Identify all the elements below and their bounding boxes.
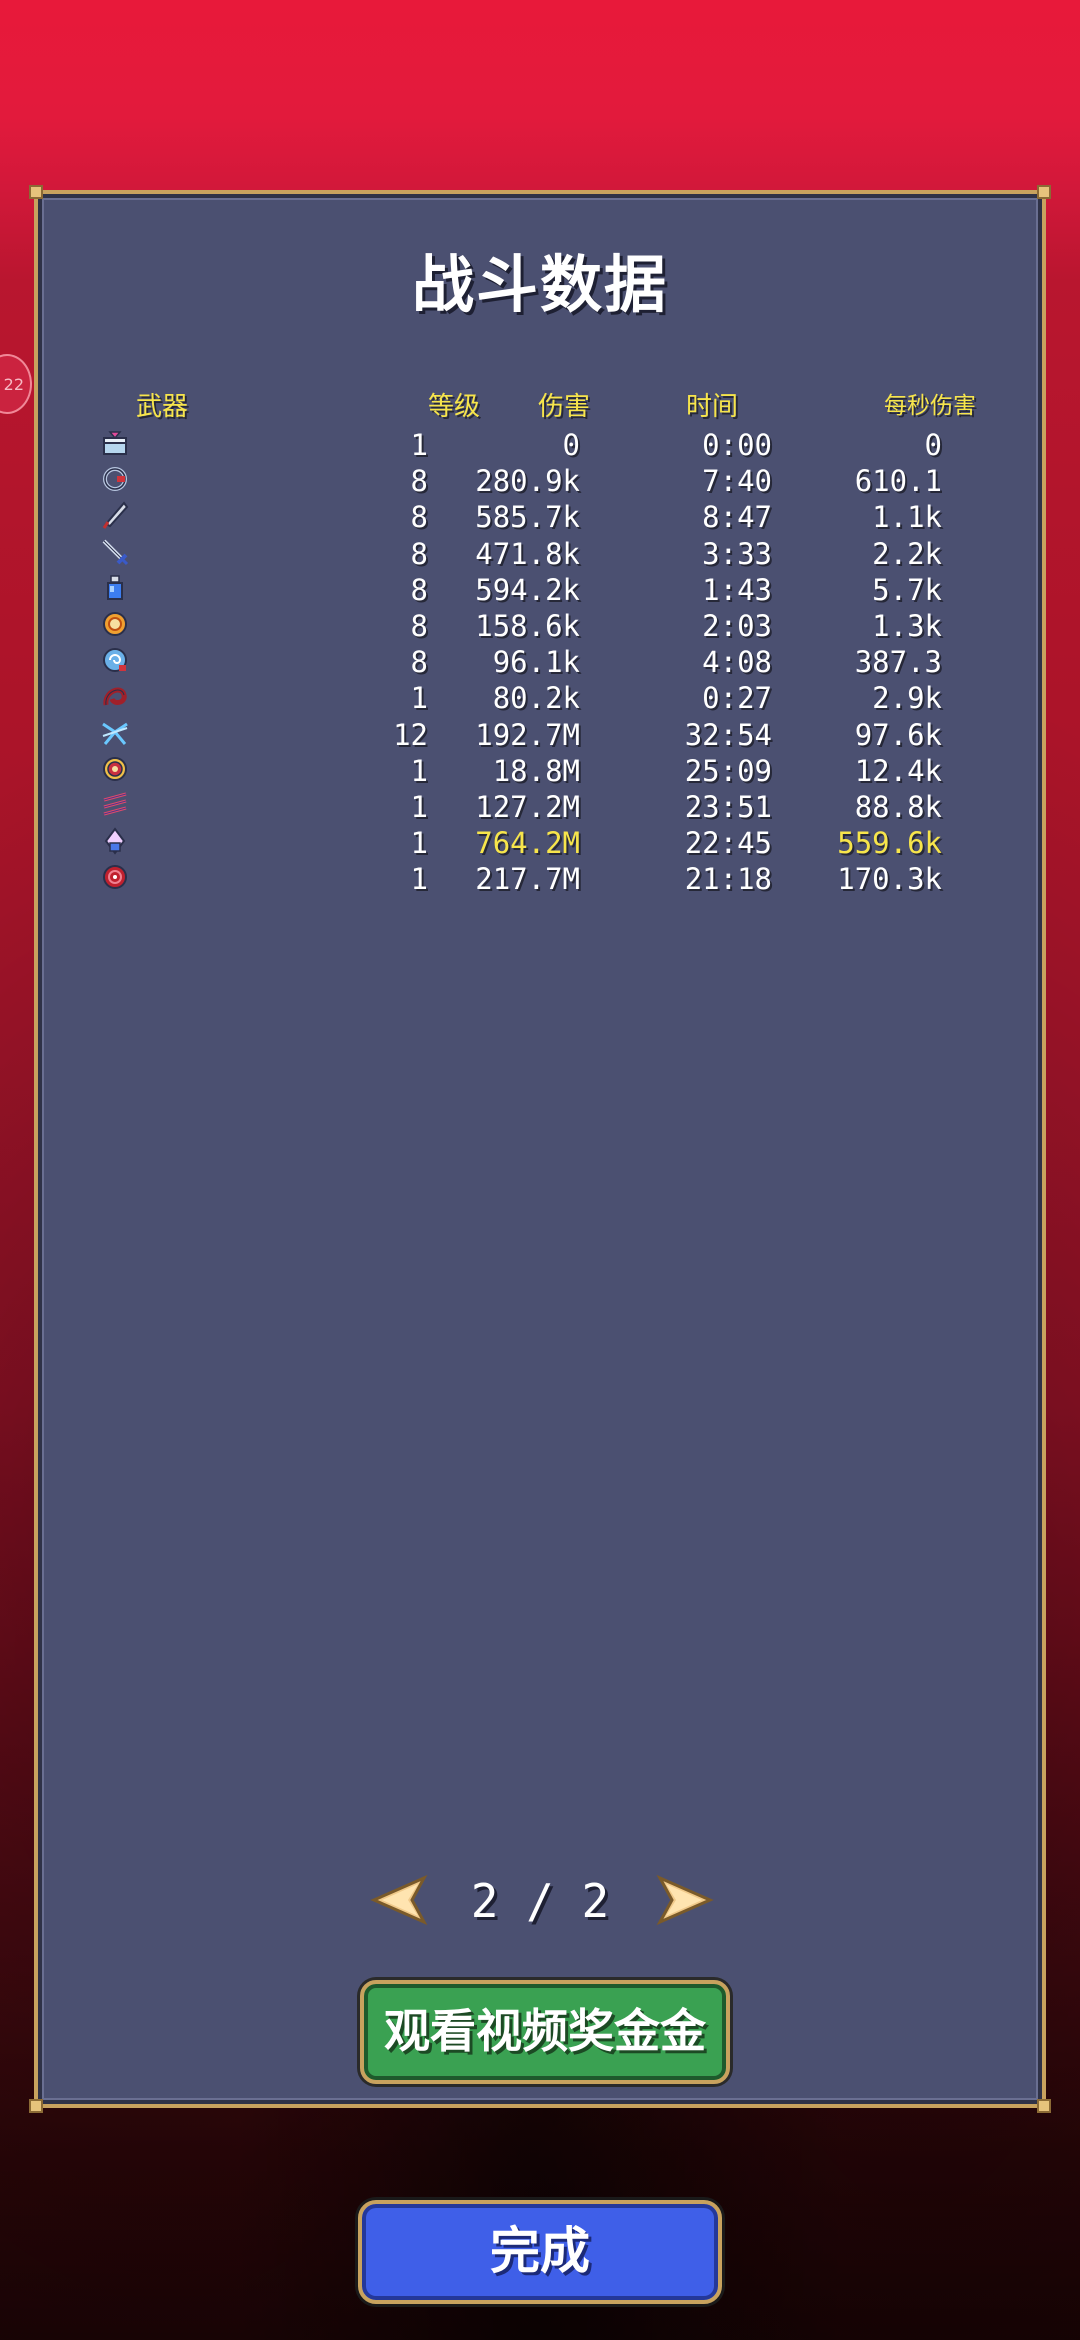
level-cell: 8 xyxy=(410,500,428,535)
done-button[interactable]: 完成 xyxy=(358,2200,722,2304)
blood-whip-icon xyxy=(100,681,130,711)
lightning-cross-icon xyxy=(100,718,130,748)
dps-cell: 170.3k xyxy=(837,862,942,897)
dps-cell: 5.7k xyxy=(872,572,942,607)
damage-cell: 217.7M xyxy=(475,862,580,897)
dps-cell: 88.8k xyxy=(854,789,942,824)
time-cell: 4:08 xyxy=(702,645,772,680)
dps-cell: 387.3 xyxy=(854,645,942,680)
time-cell: 1:43 xyxy=(702,572,772,607)
panel-corner xyxy=(29,2099,43,2113)
level-cell: 8 xyxy=(410,536,428,571)
damage-cell: 18.8M xyxy=(492,753,580,788)
orbit-ring-icon xyxy=(100,609,130,639)
panel-corner xyxy=(29,185,43,199)
weapon-stats-table: 1 0 0:00 0 8 280.9k 7:40 610.1 8 585.7k 8:47 1.1k 8 4… xyxy=(38,426,1042,896)
level-cell: 1 xyxy=(410,862,428,897)
table-row: 12 192.7M 32:54 97.6k xyxy=(38,716,1042,752)
damage-cell: 594.2k xyxy=(475,572,580,607)
damage-cell: 280.9k xyxy=(475,464,580,499)
damage-cell: 192.7M xyxy=(475,717,580,752)
level-cell: 1 xyxy=(410,789,428,824)
column-header-level: 等级 xyxy=(428,392,481,422)
time-cell: 25:09 xyxy=(684,753,772,788)
watch-video-reward-button[interactable]: 观看视频奖金金 xyxy=(360,1980,730,2084)
level-cell: 8 xyxy=(410,645,428,680)
table-row: 8 158.6k 2:03 1.3k xyxy=(38,607,1042,643)
target-ring-icon xyxy=(100,754,130,784)
time-cell: 0:27 xyxy=(702,681,772,716)
damage-cell: 127.2M xyxy=(475,789,580,824)
level-cell: 8 xyxy=(410,572,428,607)
dps-cell: 610.1 xyxy=(854,464,942,499)
ring-blade-icon xyxy=(100,464,130,494)
column-header-damage: 伤害 xyxy=(538,392,591,422)
time-cell: 21:18 xyxy=(684,862,772,897)
dps-cell: 1.3k xyxy=(872,608,942,643)
damage-cell: 158.6k xyxy=(475,608,580,643)
pagination: 2 / 2 xyxy=(38,1870,1042,1930)
time-cell: 23:51 xyxy=(684,789,772,824)
time-cell: 8:47 xyxy=(702,500,772,535)
side-badge-label: 22 xyxy=(3,374,24,394)
panel-corner xyxy=(1037,185,1051,199)
column-header-weapon: 武器 xyxy=(136,392,189,422)
damage-cell: 764.2M xyxy=(475,826,580,861)
panel-corner xyxy=(1037,2099,1051,2113)
dps-cell: 559.6k xyxy=(837,826,942,861)
time-cell: 3:33 xyxy=(702,536,772,571)
time-cell: 2:03 xyxy=(702,608,772,643)
arrow-left-icon[interactable] xyxy=(368,1870,428,1930)
time-cell: 7:40 xyxy=(702,464,772,499)
damage-cell: 471.8k xyxy=(475,536,580,571)
gift-box-icon xyxy=(100,428,130,458)
battle-stats-panel: 战斗数据 武器 等级 伤害 时间 每秒伤害 1 0 0:00 0 8 280.9k 7:40… xyxy=(29,185,1051,2113)
damage-cell: 585.7k xyxy=(475,500,580,535)
time-cell: 22:45 xyxy=(684,826,772,861)
damage-cell: 0 xyxy=(562,428,580,462)
table-row: 1 127.2M 23:51 88.8k xyxy=(38,788,1042,824)
sword-icon xyxy=(100,537,130,567)
column-header-dps: 每秒伤害 xyxy=(884,393,976,419)
table-row: 8 585.7k 8:47 1.1k xyxy=(38,498,1042,534)
table-row: 1 217.7M 21:18 170.3k xyxy=(38,860,1042,896)
holy-flask-icon xyxy=(100,826,130,856)
crimson-orb-icon xyxy=(100,862,130,892)
triple-slash-icon xyxy=(100,790,130,820)
damage-cell: 96.1k xyxy=(492,645,580,680)
table-row: 1 764.2M 22:45 559.6k xyxy=(38,824,1042,860)
level-cell: 12 xyxy=(393,717,428,752)
time-cell: 0:00 xyxy=(702,428,772,462)
table-row: 1 80.2k 0:27 2.9k xyxy=(38,679,1042,715)
column-header-time: 时间 xyxy=(686,392,739,422)
dps-cell: 97.6k xyxy=(854,717,942,752)
table-row: 8 280.9k 7:40 610.1 xyxy=(38,462,1042,498)
page-indicator: 2 / 2 xyxy=(470,1874,610,1928)
dps-cell: 12.4k xyxy=(854,753,942,788)
feather-quill-icon xyxy=(100,500,130,530)
level-cell: 1 xyxy=(410,826,428,861)
dps-cell: 2.2k xyxy=(872,536,942,571)
page-title: 战斗数据 xyxy=(411,248,668,321)
table-row: 8 471.8k 3:33 2.2k xyxy=(38,535,1042,571)
level-cell: 8 xyxy=(410,608,428,643)
dps-cell: 0 xyxy=(924,428,942,462)
level-cell: 1 xyxy=(410,428,428,462)
table-row: 1 18.8M 25:09 12.4k xyxy=(38,752,1042,788)
table-row: 8 96.1k 4:08 387.3 xyxy=(38,643,1042,679)
time-cell: 32:54 xyxy=(684,717,772,752)
level-cell: 8 xyxy=(410,464,428,499)
potion-bottle-icon xyxy=(100,573,130,603)
dps-cell: 1.1k xyxy=(872,500,942,535)
table-row: 8 594.2k 1:43 5.7k xyxy=(38,571,1042,607)
dps-cell: 2.9k xyxy=(872,681,942,716)
spiral-orb-icon xyxy=(100,645,130,675)
arrow-right-icon[interactable] xyxy=(656,1870,716,1930)
level-cell: 1 xyxy=(410,753,428,788)
damage-cell: 80.2k xyxy=(492,681,580,716)
level-cell: 1 xyxy=(410,681,428,716)
table-row: 1 0 0:00 0 xyxy=(38,426,1042,462)
